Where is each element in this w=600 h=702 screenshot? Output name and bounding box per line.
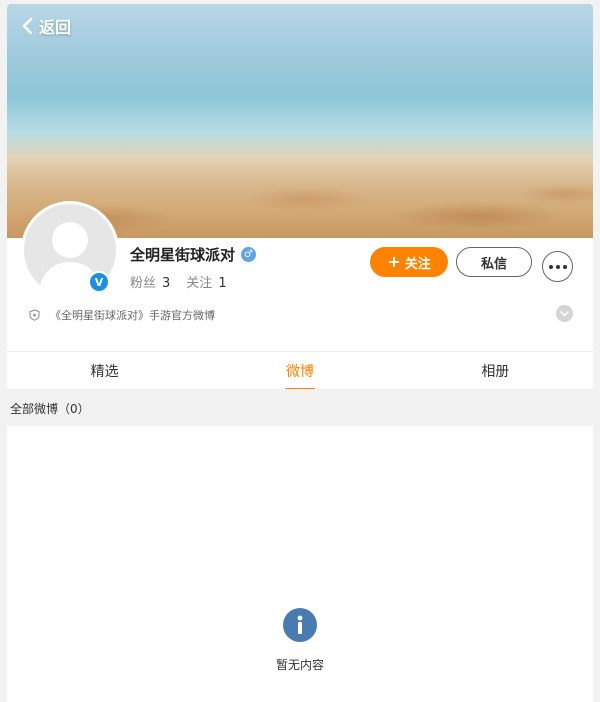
plus-icon: + — [387, 252, 401, 271]
fans-count: 3 — [162, 276, 171, 291]
fans-stat[interactable]: 粉丝 3 — [130, 272, 170, 291]
back-label: 返回 — [39, 18, 72, 37]
fans-label: 粉丝 — [130, 276, 157, 291]
expand-button[interactable] — [556, 305, 573, 322]
back-button[interactable]: 返回 — [21, 14, 71, 38]
profile-page: 返回 全明星街球派对 ♂ 粉丝 3 关注 1 + 关注 私信 《全明星街球派对》手游… — [0, 0, 600, 702]
shield-icon — [29, 309, 40, 321]
info-icon — [283, 608, 317, 642]
profile-stats: 粉丝 3 关注 1 — [130, 272, 227, 291]
more-dot-icon — [562, 264, 567, 269]
follow-button[interactable]: + 关注 — [370, 247, 448, 277]
male-icon: ♂ — [241, 247, 257, 262]
tab-label: 相册 — [481, 364, 510, 380]
tab-label: 微博 — [285, 364, 314, 380]
message-button[interactable]: 私信 — [456, 247, 532, 277]
info-glyph — [297, 615, 303, 634]
empty-state-text: 暂无内容 — [275, 658, 324, 672]
following-stat[interactable]: 关注 1 — [186, 272, 226, 291]
empty-state: 暂无内容 — [0, 608, 600, 673]
tab-album[interactable]: 相册 — [398, 352, 593, 389]
following-label: 关注 — [186, 276, 213, 291]
verified-badge-icon: V — [88, 271, 110, 293]
tab-weibo[interactable]: 微博 — [202, 352, 397, 389]
chevron-left-icon — [22, 17, 33, 35]
follow-label: 关注 — [404, 256, 431, 272]
profile-card: 返回 全明星街球派对 ♂ 粉丝 3 关注 1 + 关注 私信 《全明星街球派对》手游… — [7, 4, 593, 389]
more-dot-icon — [555, 264, 560, 269]
chevron-down-icon — [560, 310, 569, 317]
tab-featured[interactable]: 精选 — [7, 352, 202, 389]
feed-section-label: 全部微博（0） — [10, 402, 90, 416]
profile-tabs: 精选 微博 相册 — [7, 351, 593, 389]
tab-label: 精选 — [90, 364, 119, 380]
profile-name: 全明星街球派对 — [130, 246, 236, 264]
more-dot-icon — [548, 264, 553, 269]
name-row: 全明星街球派对 ♂ — [130, 244, 257, 265]
profile-description-row: 《全明星街球派对》手游官方微博 — [29, 307, 215, 323]
more-options-button[interactable] — [542, 251, 573, 282]
profile-description: 《全明星街球派对》手游官方微博 — [50, 309, 215, 322]
following-count: 1 — [218, 276, 227, 291]
cover-image — [7, 4, 593, 238]
